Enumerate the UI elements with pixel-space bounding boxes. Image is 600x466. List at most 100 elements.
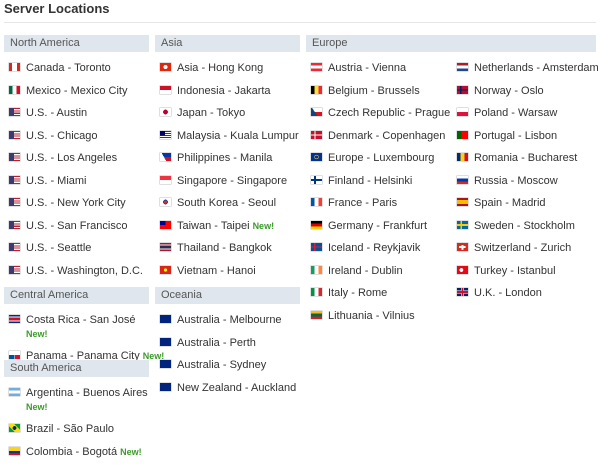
location-item-u-s-los-angeles[interactable]: U.S. - Los Angeles <box>4 150 152 173</box>
location-link[interactable]: Australia - Sydney <box>177 359 266 371</box>
location-item-europe-luxembourg[interactable]: Europe - Luxembourg <box>306 150 454 173</box>
location-item-philippines-manila[interactable]: Philippines - Manila <box>155 150 303 173</box>
location-item-malaysia-kuala-lumpur[interactable]: Malaysia - Kuala Lumpur <box>155 128 303 151</box>
location-item-norway-oslo[interactable]: Norway - Oslo <box>452 83 600 106</box>
location-link[interactable]: Finland - Helsinki <box>328 175 412 187</box>
location-item-poland-warsaw[interactable]: Poland - Warsaw <box>452 105 600 128</box>
location-item-u-s-austin[interactable]: U.S. - Austin <box>4 105 152 128</box>
location-link[interactable]: U.K. - London <box>474 287 542 299</box>
location-item-lithuania-vilnius[interactable]: Lithuania - Vilnius <box>306 308 454 331</box>
location-item-belgium-brussels[interactable]: Belgium - Brussels <box>306 83 454 106</box>
location-item-australia-melbourne[interactable]: Australia - Melbourne <box>155 312 303 335</box>
location-link[interactable]: Belgium - Brussels <box>328 85 420 97</box>
location-link[interactable]: Australia - Perth <box>177 337 256 349</box>
location-item-ireland-dublin[interactable]: Ireland - Dublin <box>306 263 454 286</box>
location-item-argentina-buenos-aires[interactable]: Argentina - Buenos AiresNew! <box>4 385 152 421</box>
location-link[interactable]: U.S. - Miami <box>26 175 87 187</box>
location-item-portugal-lisbon[interactable]: Portugal - Lisbon <box>452 128 600 151</box>
location-link[interactable]: Mexico - Mexico City <box>26 85 127 97</box>
location-link[interactable]: Asia - Hong Kong <box>177 62 263 74</box>
location-item-u-s-chicago[interactable]: U.S. - Chicago <box>4 128 152 151</box>
location-link[interactable]: Taiwan - Taipei <box>177 220 250 232</box>
location-item-new-zealand-auckland[interactable]: New Zealand - Auckland <box>155 380 303 403</box>
location-item-costa-rica-san-jose[interactable]: Costa Rica - San JoséNew! <box>4 312 152 348</box>
location-link[interactable]: U.S. - Los Angeles <box>26 152 117 164</box>
location-item-thailand-bangkok[interactable]: Thailand - Bangkok <box>155 240 303 263</box>
location-link[interactable]: Argentina - Buenos Aires <box>26 387 148 399</box>
location-link[interactable]: Iceland - Reykjavik <box>328 242 420 254</box>
location-link[interactable]: France - Paris <box>328 197 397 209</box>
location-item-switzerland-zurich[interactable]: Switzerland - Zurich <box>452 240 600 263</box>
location-item-turkey-istanbul[interactable]: Turkey - Istanbul <box>452 263 600 286</box>
location-item-taiwan-taipei[interactable]: Taiwan - TaipeiNew! <box>155 218 303 241</box>
location-link[interactable]: Austria - Vienna <box>328 62 406 74</box>
location-link[interactable]: Thailand - Bangkok <box>177 242 272 254</box>
location-link[interactable]: Czech Republic - Prague <box>328 107 450 119</box>
location-link[interactable]: Spain - Madrid <box>474 197 546 209</box>
location-item-australia-perth[interactable]: Australia - Perth <box>155 335 303 358</box>
location-link[interactable]: U.S. - New York City <box>26 197 126 209</box>
location-item-romania-bucharest[interactable]: Romania - Bucharest <box>452 150 600 173</box>
location-item-u-s-san-francisco[interactable]: U.S. - San Francisco <box>4 218 152 241</box>
location-item-austria-vienna[interactable]: Austria - Vienna <box>306 60 454 83</box>
location-item-u-s-new-york-city[interactable]: U.S. - New York City <box>4 195 152 218</box>
location-link[interactable]: South Korea - Seoul <box>177 197 276 209</box>
location-item-italy-rome[interactable]: Italy - Rome <box>306 285 454 308</box>
location-link[interactable]: Norway - Oslo <box>474 85 544 97</box>
location-link[interactable]: Indonesia - Jakarta <box>177 85 271 97</box>
location-link[interactable]: Portugal - Lisbon <box>474 130 557 142</box>
location-link[interactable]: Colombia - Bogotá <box>26 446 117 458</box>
location-link[interactable]: U.S. - Austin <box>26 107 87 119</box>
location-item-netherlands-amsterdam[interactable]: Netherlands - Amsterdam <box>452 60 600 83</box>
location-link[interactable]: Denmark - Copenhagen <box>328 130 445 142</box>
location-item-russia-moscow[interactable]: Russia - Moscow <box>452 173 600 196</box>
location-item-canada-toronto[interactable]: Canada - Toronto <box>4 60 152 83</box>
location-link[interactable]: Germany - Frankfurt <box>328 220 427 232</box>
location-link[interactable]: U.S. - Chicago <box>26 130 98 142</box>
location-item-u-k-london[interactable]: U.K. - London <box>452 285 600 308</box>
location-item-spain-madrid[interactable]: Spain - Madrid <box>452 195 600 218</box>
location-link[interactable]: Poland - Warsaw <box>474 107 557 119</box>
location-link[interactable]: Turkey - Istanbul <box>474 265 556 277</box>
location-link[interactable]: U.S. - Washington, D.C. <box>26 265 143 277</box>
location-item-south-korea-seoul[interactable]: South Korea - Seoul <box>155 195 303 218</box>
location-item-u-s-seattle[interactable]: U.S. - Seattle <box>4 240 152 263</box>
location-link[interactable]: U.S. - San Francisco <box>26 220 127 232</box>
location-link[interactable]: Costa Rica - San José <box>26 314 135 326</box>
location-item-france-paris[interactable]: France - Paris <box>306 195 454 218</box>
location-link[interactable]: Japan - Tokyo <box>177 107 245 119</box>
location-link[interactable]: Canada - Toronto <box>26 62 111 74</box>
location-link[interactable]: Romania - Bucharest <box>474 152 577 164</box>
location-link[interactable]: Singapore - Singapore <box>177 175 287 187</box>
location-link[interactable]: Brazil - São Paulo <box>26 423 114 435</box>
location-item-vietnam-hanoi[interactable]: Vietnam - Hanoi <box>155 263 303 286</box>
location-link[interactable]: Philippines - Manila <box>177 152 272 164</box>
location-item-japan-tokyo[interactable]: Japan - Tokyo <box>155 105 303 128</box>
location-link[interactable]: Ireland - Dublin <box>328 265 403 277</box>
location-link[interactable]: Europe - Luxembourg <box>328 152 434 164</box>
location-item-indonesia-jakarta[interactable]: Indonesia - Jakarta <box>155 83 303 106</box>
location-item-colombia-bogota[interactable]: Colombia - BogotáNew! <box>4 444 152 466</box>
location-item-sweden-stockholm[interactable]: Sweden - Stockholm <box>452 218 600 241</box>
location-link[interactable]: Malaysia - Kuala Lumpur <box>177 130 299 142</box>
location-item-asia-hong-kong[interactable]: Asia - Hong Kong <box>155 60 303 83</box>
location-link[interactable]: Netherlands - Amsterdam <box>474 62 599 74</box>
location-item-mexico-mexico-city[interactable]: Mexico - Mexico City <box>4 83 152 106</box>
location-item-denmark-copenhagen[interactable]: Denmark - Copenhagen <box>306 128 454 151</box>
location-link[interactable]: Italy - Rome <box>328 287 387 299</box>
location-item-germany-frankfurt[interactable]: Germany - Frankfurt <box>306 218 454 241</box>
location-item-u-s-miami[interactable]: U.S. - Miami <box>4 173 152 196</box>
location-item-czech-republic-prague[interactable]: Czech Republic - Prague <box>306 105 454 128</box>
location-link[interactable]: U.S. - Seattle <box>26 242 91 254</box>
location-item-brazil-sao-paulo[interactable]: Brazil - São Paulo <box>4 421 152 444</box>
location-link[interactable]: Vietnam - Hanoi <box>177 265 256 277</box>
location-item-finland-helsinki[interactable]: Finland - Helsinki <box>306 173 454 196</box>
location-link[interactable]: Australia - Melbourne <box>177 314 282 326</box>
location-link[interactable]: Lithuania - Vilnius <box>328 310 415 322</box>
location-link[interactable]: Russia - Moscow <box>474 175 558 187</box>
location-link[interactable]: Sweden - Stockholm <box>474 220 575 232</box>
location-item-singapore-singapore[interactable]: Singapore - Singapore <box>155 173 303 196</box>
location-item-australia-sydney[interactable]: Australia - Sydney <box>155 357 303 380</box>
location-item-iceland-reykjavik[interactable]: Iceland - Reykjavik <box>306 240 454 263</box>
location-item-u-s-washington-d-c[interactable]: U.S. - Washington, D.C. <box>4 263 152 286</box>
